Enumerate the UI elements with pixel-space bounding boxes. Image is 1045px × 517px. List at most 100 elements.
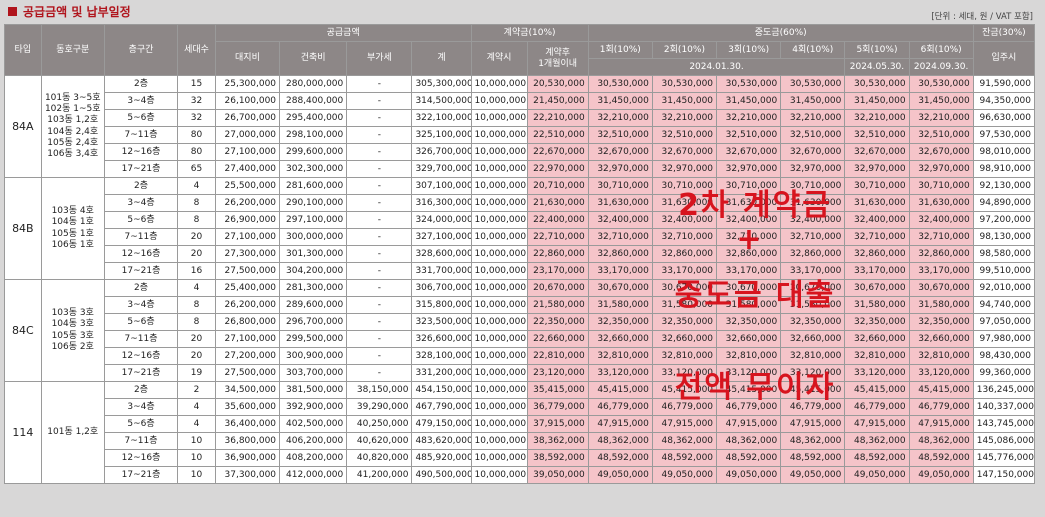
- unit-note: [단위 : 세대, 원 / VAT 포함]: [931, 12, 1033, 22]
- cell-contract-at: 10,000,000: [470, 109, 528, 127]
- cell-mid-1: 32,670,000: [587, 143, 653, 161]
- cell-total: 454,150,000: [411, 381, 472, 399]
- cell-land: 27,500,000: [214, 262, 281, 280]
- cell-floor: 3~4층: [103, 92, 179, 110]
- cell-vat: 39,290,000: [346, 398, 413, 416]
- cell-contract-at: 10,000,000: [470, 262, 528, 280]
- cell-floor: 12~16층: [103, 245, 179, 263]
- cell-dong: 103동 3호 104동 3호 105동 3호 106동 2호: [40, 279, 105, 382]
- table-row: 7~11층 10 36,800,000 406,200,000 40,620,000 48…: [5, 432, 1036, 450]
- cell-units: 10: [177, 449, 216, 467]
- cell-land: 27,100,000: [214, 143, 281, 161]
- cell-mid-6: 32,710,000: [908, 228, 974, 246]
- cell-mid-1: 48,592,000: [587, 449, 653, 467]
- cell-building: 297,100,000: [279, 211, 348, 229]
- cell-building: 295,400,000: [279, 109, 348, 127]
- cell-mid-2: 30,530,000: [651, 75, 718, 93]
- cell-contract-after: 37,915,000: [526, 415, 589, 433]
- cell-balance: 97,980,000: [972, 330, 1036, 348]
- table-row: 17~21층 19 27,500,000 303,700,000-331,200,00…: [5, 364, 1036, 382]
- cell-land: 34,500,000: [214, 381, 281, 399]
- cell-total: 322,100,000: [411, 109, 472, 127]
- table-row: 3~4층 8 26,200,000 289,600,000-315,800,000 10…: [5, 296, 1036, 314]
- cell-mid-1: 32,510,000: [587, 126, 653, 144]
- cell-total: 323,500,000: [411, 313, 472, 331]
- cell-contract-at: 10,000,000: [470, 92, 528, 110]
- cell-floor: 7~11층: [103, 126, 179, 144]
- cell-mid-5: 31,450,000: [844, 92, 910, 110]
- cell-building: 412,000,000: [279, 466, 348, 484]
- cell-floor: 17~21층: [103, 160, 179, 178]
- cell-mid-6: 30,670,000: [908, 279, 974, 297]
- table-row: 84A 101동 3~5호 102동 1~5호 103동 1,2호 104동 2,…: [4, 75, 1036, 178]
- cell-vat: -: [346, 143, 413, 161]
- cell-mid-3: 32,970,000: [716, 160, 782, 178]
- cell-mid-3: 48,592,000: [716, 449, 782, 467]
- cell-mid-4: 49,050,000: [780, 466, 846, 484]
- cell-mid-2: 32,210,000: [651, 109, 718, 127]
- cell-mid-2: 31,450,000: [651, 92, 718, 110]
- cell-vat: -: [346, 194, 413, 212]
- cell-contract-after: 22,810,000: [526, 347, 589, 365]
- cell-balance: 92,130,000: [972, 177, 1036, 195]
- cell-floor: 5~6층: [103, 415, 179, 433]
- cell-mid-1: 30,670,000: [587, 279, 653, 297]
- cell-mid-3: 32,670,000: [716, 143, 782, 161]
- cell-mid-6: 31,630,000: [908, 194, 974, 212]
- cell-mid-5: 32,210,000: [844, 109, 910, 127]
- cell-mid-4: 32,660,000: [780, 330, 846, 348]
- cell-floor: 17~21층: [103, 262, 179, 280]
- header-vat: 부가세: [346, 41, 413, 76]
- cell-mid-6: 32,660,000: [908, 330, 974, 348]
- cell-building: 281,300,000: [279, 279, 348, 297]
- cell-mid-5: 48,362,000: [844, 432, 910, 450]
- cell-contract-at: 10,000,000: [470, 347, 528, 365]
- cell-units: 8: [177, 296, 216, 314]
- cell-mid-1: 32,860,000: [587, 245, 653, 263]
- cell-total: 490,500,000: [411, 466, 472, 484]
- cell-contract-at: 10,000,000: [470, 415, 528, 433]
- cell-units: 8: [177, 313, 216, 331]
- cell-total: 326,700,000: [411, 143, 472, 161]
- cell-mid-1: 32,810,000: [587, 347, 653, 365]
- cell-contract-at: 10,000,000: [470, 160, 528, 178]
- cell-mid-1: 30,530,000: [587, 75, 653, 93]
- cell-contract-after: 23,170,000: [526, 262, 589, 280]
- cell-mid-5: 32,400,000: [844, 211, 910, 229]
- cell-mid-5: 48,592,000: [844, 449, 910, 467]
- cell-mid-6: 32,510,000: [908, 126, 974, 144]
- cell-contract-after: 20,530,000: [526, 75, 589, 93]
- table-row: 12~16층 10 36,900,000 408,200,000 40,820,000 4…: [5, 449, 1036, 467]
- table-row: 12~16층 20 27,300,000 301,300,000-328,600,00…: [5, 245, 1036, 263]
- cell-mid-6: 32,810,000: [908, 347, 974, 365]
- cell-mid-6: 46,779,000: [908, 398, 974, 416]
- header-mid-group: 중도금(60%): [587, 24, 974, 42]
- cell-total: 467,790,000: [411, 398, 472, 416]
- cell-mid-5: 30,530,000: [844, 75, 910, 93]
- header-contract-after: 계약후 1개월이내: [526, 41, 589, 76]
- cell-total: 328,600,000: [411, 245, 472, 263]
- cell-contract-after: 38,362,000: [526, 432, 589, 450]
- cell-total: 326,600,000: [411, 330, 472, 348]
- cell-floor: 17~21층: [103, 364, 179, 382]
- cell-mid-4: 32,510,000: [780, 126, 846, 144]
- cell-land: 26,100,000: [214, 92, 281, 110]
- cell-units: 20: [177, 245, 216, 263]
- cell-vat: -: [346, 347, 413, 365]
- cell-total: 331,700,000: [411, 262, 472, 280]
- cell-mid-5: 32,860,000: [844, 245, 910, 263]
- cell-mid-2: 48,592,000: [651, 449, 718, 467]
- cell-balance: 97,530,000: [972, 126, 1036, 144]
- header-mid-4: 4회(10%): [780, 41, 846, 59]
- promo-overlay-line-2: +: [736, 222, 764, 257]
- cell-type: 84C: [4, 279, 42, 382]
- cell-mid-1: 46,779,000: [587, 398, 653, 416]
- cell-total: 307,100,000: [411, 177, 472, 195]
- cell-mid-4: 31,450,000: [780, 92, 846, 110]
- cell-vat: -: [346, 313, 413, 331]
- header-mid-date-3: 2024.09.30.: [908, 58, 974, 76]
- cell-mid-2: 32,710,000: [651, 228, 718, 246]
- table-row: 5~6층 8 26,900,000 297,100,000-324,000,000 10…: [5, 211, 1036, 229]
- cell-floor: 5~6층: [103, 313, 179, 331]
- cell-floor: 2층: [103, 75, 179, 93]
